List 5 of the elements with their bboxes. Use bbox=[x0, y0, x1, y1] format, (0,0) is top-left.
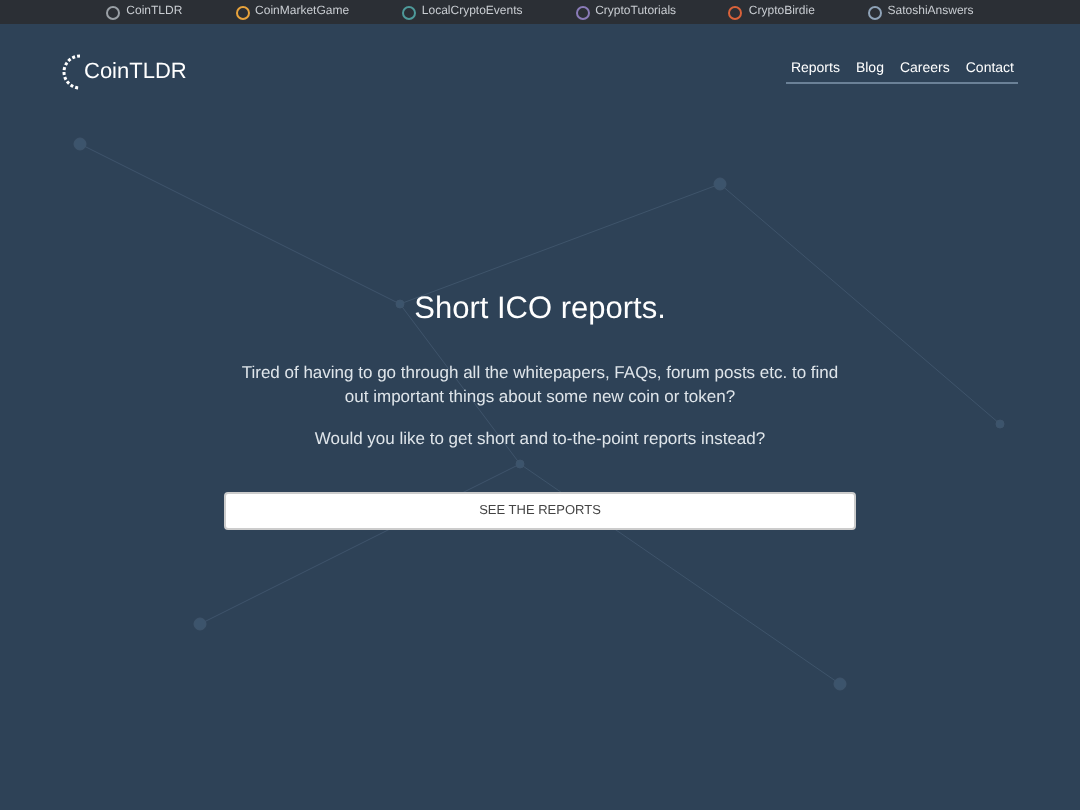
hero-text: Tired of having to go through all the whitepapers, FAQs, forum posts etc. to find out important things about some new coin or token? bbox=[240, 360, 840, 408]
hero-text: Would you like to get short and to-the-point reports instead? bbox=[312, 426, 768, 450]
hero-title: Short ICO reports. bbox=[414, 292, 666, 328]
logo-text: CoinTLDR bbox=[84, 60, 187, 84]
logo-icon bbox=[62, 52, 82, 92]
